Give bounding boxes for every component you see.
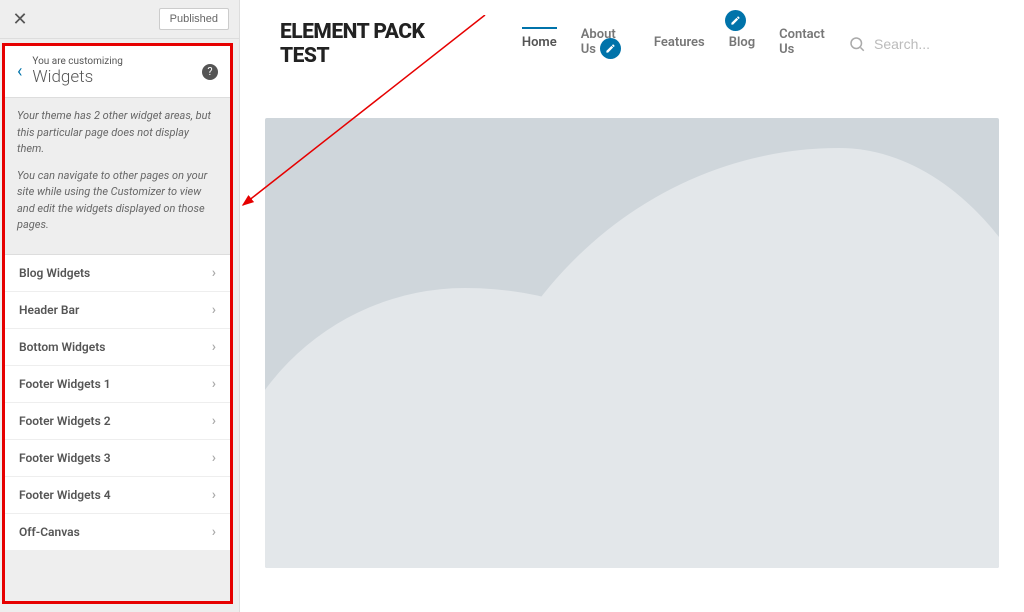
widget-item-footer-widgets-4[interactable]: Footer Widgets 4 › (5, 477, 230, 514)
edit-shortcut-icon[interactable] (600, 38, 621, 59)
chevron-right-icon: › (212, 302, 216, 318)
panel-header: ‹ You are customizing Widgets ? (5, 46, 230, 98)
back-chevron-icon[interactable]: ‹ (17, 61, 22, 82)
annotation-highlight: ‹ You are customizing Widgets ? Your the… (2, 43, 233, 604)
info-text: Your theme has 2 other widget areas, but… (5, 98, 230, 254)
site-preview: ELEMENT PACK TEST Home About Us Features… (240, 0, 1024, 612)
widget-item-label: Off-Canvas (19, 525, 80, 539)
widget-list: Blog Widgets › Header Bar › Bottom Widge… (5, 254, 230, 551)
widget-item-label: Footer Widgets 1 (19, 377, 111, 391)
chevron-right-icon: › (212, 413, 216, 429)
widget-item-label: Blog Widgets (19, 266, 90, 280)
info-para-2: You can navigate to other pages on your … (17, 168, 218, 234)
widget-item-label: Bottom Widgets (19, 340, 105, 354)
search-box[interactable] (848, 35, 994, 53)
widget-item-header-bar[interactable]: Header Bar › (5, 292, 230, 329)
widget-item-blog-widgets[interactable]: Blog Widgets › (5, 255, 230, 292)
customizing-label: You are customizing (32, 56, 202, 67)
widget-item-label: Header Bar (19, 303, 79, 317)
info-para-1: Your theme has 2 other widget areas, but… (17, 108, 218, 158)
chevron-right-icon: › (212, 450, 216, 466)
site-header: ELEMENT PACK TEST Home About Us Features… (250, 0, 1014, 88)
main-nav: Home About Us Features Blog Contact Us (522, 27, 838, 61)
chevron-right-icon: › (212, 524, 216, 540)
hero-image-placeholder (265, 118, 999, 568)
edit-shortcut-icon[interactable] (725, 10, 746, 31)
widget-item-bottom-widgets[interactable]: Bottom Widgets › (5, 329, 230, 366)
widget-item-off-canvas[interactable]: Off-Canvas › (5, 514, 230, 551)
search-input[interactable] (874, 36, 994, 52)
site-title[interactable]: ELEMENT PACK TEST (280, 20, 472, 68)
nav-item-home[interactable]: Home (522, 27, 557, 54)
close-icon[interactable]: ✕ (10, 9, 30, 29)
panel-title: Widgets (32, 67, 202, 87)
chevron-right-icon: › (212, 376, 216, 392)
search-icon (848, 35, 866, 53)
widget-item-footer-widgets-1[interactable]: Footer Widgets 1 › (5, 366, 230, 403)
help-icon[interactable]: ? (202, 64, 218, 80)
widget-item-label: Footer Widgets 4 (19, 488, 111, 502)
chevron-right-icon: › (212, 339, 216, 355)
widget-item-label: Footer Widgets 2 (19, 414, 111, 428)
widget-item-footer-widgets-3[interactable]: Footer Widgets 3 › (5, 440, 230, 477)
sidebar-top-bar: ✕ Published (0, 0, 239, 39)
nav-item-features[interactable]: Features (654, 35, 705, 54)
published-button[interactable]: Published (159, 8, 229, 30)
placeholder-sun (465, 318, 527, 380)
nav-item-blog[interactable]: Blog (729, 35, 755, 54)
chevron-right-icon: › (212, 265, 216, 281)
widget-item-footer-widgets-2[interactable]: Footer Widgets 2 › (5, 403, 230, 440)
widget-item-label: Footer Widgets 3 (19, 451, 111, 465)
nav-item-contact-us[interactable]: Contact Us (779, 27, 838, 61)
chevron-right-icon: › (212, 487, 216, 503)
customizer-sidebar: ✕ Published ‹ You are customizing Widget… (0, 0, 240, 612)
